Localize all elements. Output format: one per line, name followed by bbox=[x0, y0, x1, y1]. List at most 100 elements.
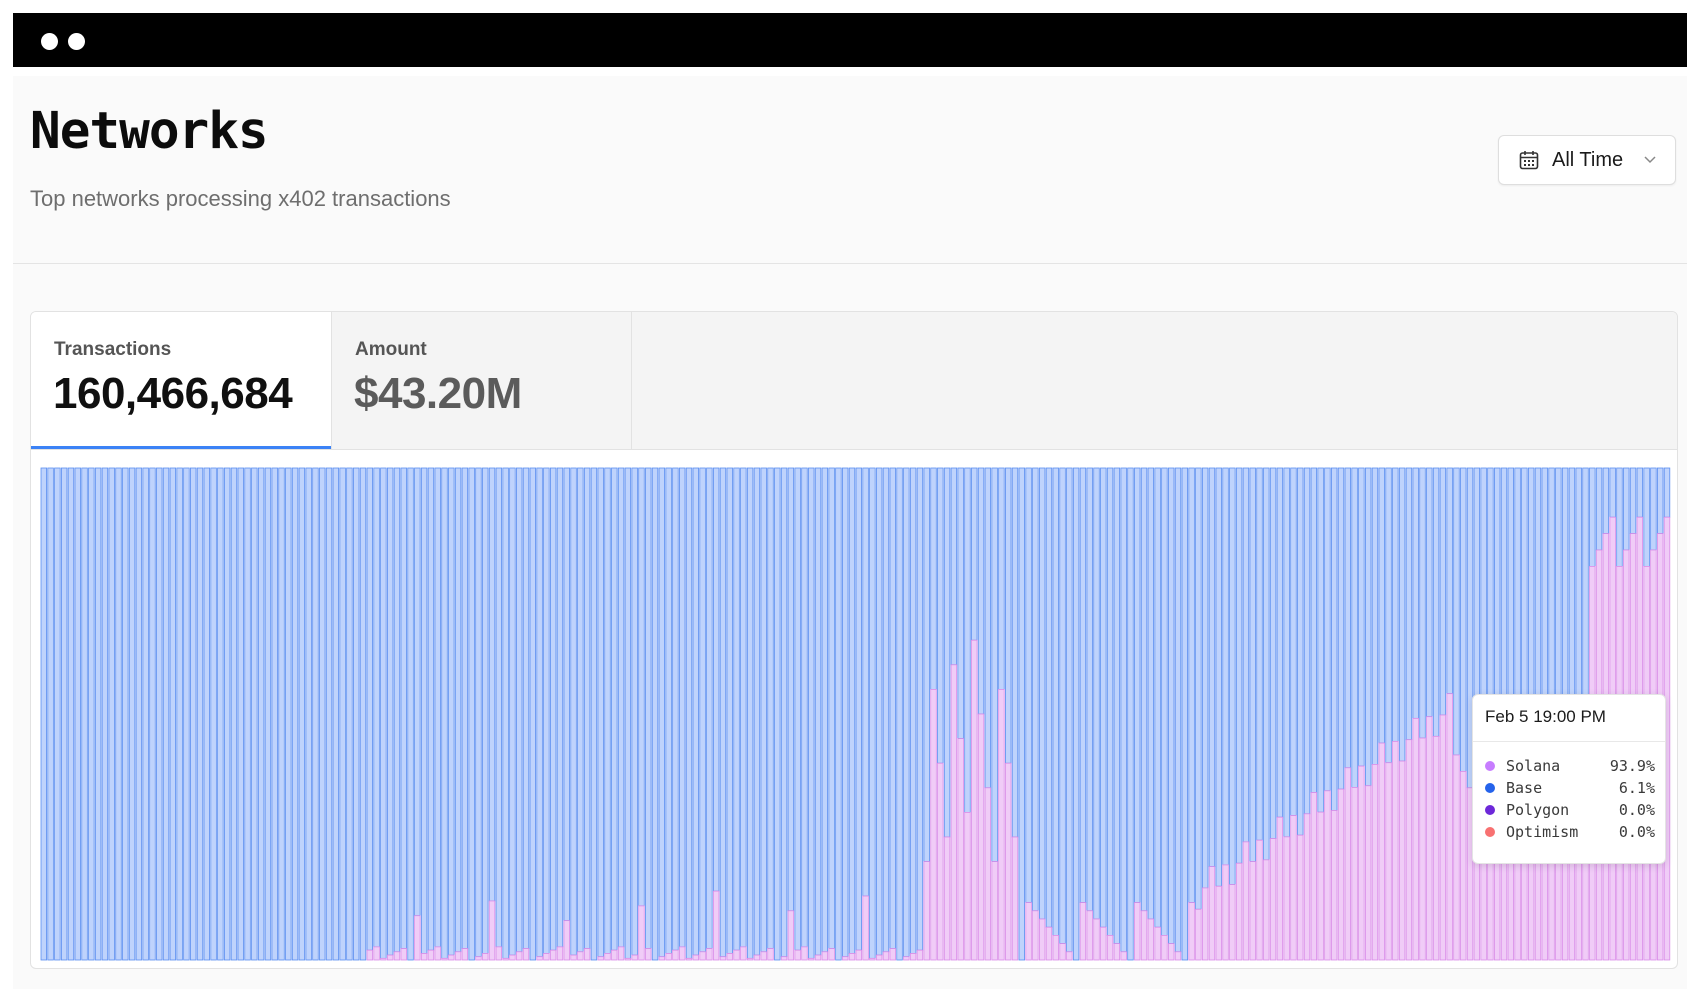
bar-segment-base[interactable] bbox=[937, 467, 944, 764]
bar-segment-base[interactable] bbox=[767, 467, 774, 949]
bar-segment-solana[interactable] bbox=[1453, 754, 1460, 961]
bar-segment-base[interactable] bbox=[190, 467, 197, 961]
bar-segment-solana[interactable] bbox=[1405, 739, 1413, 961]
bar-segment-base[interactable] bbox=[1201, 467, 1209, 889]
bar-segment-solana[interactable] bbox=[950, 664, 958, 961]
bar-segment-base[interactable] bbox=[964, 467, 971, 813]
bar-segment-base[interactable] bbox=[1215, 467, 1222, 887]
bar-segment-base[interactable] bbox=[1106, 467, 1114, 936]
bar-segment-base[interactable] bbox=[81, 467, 88, 961]
bar-segment-solana[interactable] bbox=[522, 948, 530, 961]
bar-segment-solana[interactable] bbox=[1215, 885, 1222, 961]
bar-segment-base[interactable] bbox=[1249, 467, 1256, 862]
bar-segment-base[interactable] bbox=[672, 467, 679, 951]
bar-segment-base[interactable] bbox=[420, 467, 428, 954]
bar-segment-solana[interactable] bbox=[1174, 951, 1182, 961]
bar-segment-solana[interactable] bbox=[624, 957, 632, 961]
bar-segment-solana[interactable] bbox=[977, 713, 985, 961]
bar-segment-base[interactable] bbox=[875, 467, 883, 956]
bar-segment-base[interactable] bbox=[570, 467, 577, 956]
bar-segment-base[interactable] bbox=[386, 467, 394, 956]
bar-segment-base[interactable] bbox=[1100, 467, 1107, 928]
bar-segment-solana[interactable] bbox=[1208, 866, 1216, 961]
bar-segment-base[interactable] bbox=[862, 467, 869, 897]
bar-segment-base[interactable] bbox=[101, 467, 109, 961]
bar-segment-base[interactable] bbox=[1283, 467, 1290, 838]
bar-segment-solana[interactable] bbox=[1147, 918, 1155, 961]
bar-segment-solana[interactable] bbox=[699, 951, 706, 961]
bar-segment-base[interactable] bbox=[808, 467, 815, 959]
window-dot-1[interactable] bbox=[41, 33, 58, 50]
bar-segment-base[interactable] bbox=[60, 467, 68, 961]
bar-segment-solana[interactable] bbox=[1364, 785, 1372, 961]
bar-segment-solana[interactable] bbox=[719, 956, 727, 961]
bar-segment-solana[interactable] bbox=[875, 954, 883, 961]
bar-segment-base[interactable] bbox=[665, 467, 672, 954]
bar-segment-base[interactable] bbox=[291, 467, 299, 961]
bar-segment-solana[interactable] bbox=[916, 949, 924, 961]
bar-segment-base[interactable] bbox=[957, 467, 964, 740]
bar-segment-solana[interactable] bbox=[679, 946, 686, 961]
bar-segment-base[interactable] bbox=[278, 467, 285, 961]
bar-segment-base[interactable] bbox=[583, 467, 591, 949]
bar-segment-base[interactable] bbox=[468, 467, 475, 961]
bar-segment-solana[interactable] bbox=[1439, 714, 1447, 961]
bar-segment-base[interactable] bbox=[780, 467, 788, 958]
bar-segment-base[interactable] bbox=[176, 467, 183, 961]
bar-segment-solana[interactable] bbox=[1229, 884, 1236, 961]
bar-segment-solana[interactable] bbox=[848, 953, 856, 961]
bar-segment-base[interactable] bbox=[794, 467, 801, 951]
bar-segment-base[interactable] bbox=[108, 467, 115, 961]
bar-segment-base[interactable] bbox=[169, 467, 177, 961]
bar-segment-base[interactable] bbox=[1256, 467, 1263, 841]
bar-segment-solana[interactable] bbox=[400, 948, 407, 961]
bar-segment-base[interactable] bbox=[1446, 467, 1453, 695]
bar-segment-base[interactable] bbox=[135, 467, 143, 961]
bar-segment-base[interactable] bbox=[217, 467, 224, 961]
bar-segment-base[interactable] bbox=[183, 467, 190, 961]
bar-segment-base[interactable] bbox=[977, 467, 985, 715]
bar-segment-solana[interactable] bbox=[441, 957, 448, 961]
bar-segment-base[interactable] bbox=[1439, 467, 1447, 716]
bar-segment-solana[interactable] bbox=[638, 905, 645, 961]
bar-segment-solana[interactable] bbox=[1432, 735, 1440, 961]
bar-segment-solana[interactable] bbox=[1337, 788, 1345, 961]
bar-segment-base[interactable] bbox=[1514, 467, 1521, 707]
bar-segment-base[interactable] bbox=[1011, 467, 1019, 838]
bar-segment-base[interactable] bbox=[305, 467, 312, 961]
bar-segment-base[interactable] bbox=[94, 467, 102, 961]
bar-segment-solana[interactable] bbox=[740, 946, 747, 961]
bar-segment-base[interactable] bbox=[726, 467, 733, 954]
bar-segment-solana[interactable] bbox=[454, 951, 462, 961]
bar-segment-base[interactable] bbox=[1154, 467, 1161, 928]
bar-segment-solana[interactable] bbox=[869, 957, 876, 961]
bar-segment-solana[interactable] bbox=[1317, 811, 1324, 961]
bar-segment-base[interactable] bbox=[461, 467, 469, 949]
bar-segment-solana[interactable] bbox=[1086, 910, 1093, 961]
tab-amount[interactable]: Amount $43.20M bbox=[332, 312, 631, 449]
bar-segment-base[interactable] bbox=[1297, 467, 1304, 836]
bar-segment-solana[interactable] bbox=[1120, 951, 1127, 961]
bar-segment-base[interactable] bbox=[1378, 467, 1385, 744]
bar-segment-base[interactable] bbox=[1235, 467, 1243, 864]
bar-segment-solana[interactable] bbox=[1052, 934, 1059, 961]
bar-segment-base[interactable] bbox=[549, 467, 557, 951]
bar-segment-solana[interactable] bbox=[889, 948, 896, 961]
bar-segment-solana[interactable] bbox=[909, 953, 917, 961]
bar-segment-base[interactable] bbox=[855, 467, 862, 951]
bar-segment-base[interactable] bbox=[1134, 467, 1141, 904]
bar-segment-base[interactable] bbox=[869, 467, 876, 959]
bar-segment-base[interactable] bbox=[115, 467, 122, 961]
tab-transactions[interactable]: Transactions 160,466,684 bbox=[31, 312, 331, 449]
bar-segment-base[interactable] bbox=[325, 467, 333, 961]
bar-segment-solana[interactable] bbox=[597, 956, 604, 961]
bar-segment-base[interactable] bbox=[1473, 467, 1481, 707]
bar-segment-base[interactable] bbox=[244, 467, 251, 961]
bar-segment-base[interactable] bbox=[821, 467, 829, 953]
bar-segment-base[interactable] bbox=[1337, 467, 1345, 790]
bar-segment-solana[interactable] bbox=[998, 688, 1005, 961]
bar-segment-solana[interactable] bbox=[1412, 717, 1419, 961]
bar-segment-solana[interactable] bbox=[617, 946, 625, 961]
bar-segment-solana[interactable] bbox=[1446, 693, 1453, 961]
bar-segment-base[interactable] bbox=[1140, 467, 1148, 912]
